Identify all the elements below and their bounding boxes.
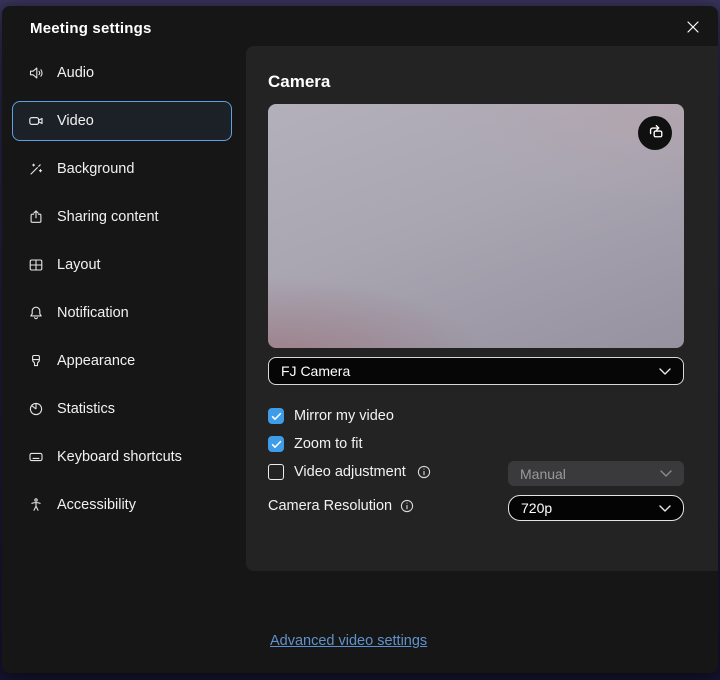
chevron-down-icon bbox=[659, 505, 671, 512]
camera-preview bbox=[268, 104, 684, 348]
grid-icon bbox=[28, 257, 44, 273]
share-icon bbox=[28, 209, 44, 225]
sidebar-item-label: Accessibility bbox=[57, 497, 136, 513]
sidebar-item-audio[interactable]: Audio bbox=[12, 53, 232, 93]
paintbrush-icon bbox=[28, 353, 44, 369]
video-options: Mirror my video Zoom to fit Video adjust… bbox=[268, 405, 431, 489]
sidebar-item-keyboard-shortcuts[interactable]: Keyboard shortcuts bbox=[12, 437, 232, 477]
video-adjustment-mode-select: Manual bbox=[508, 461, 684, 486]
checkbox-label: Mirror my video bbox=[294, 408, 394, 424]
sidebar-item-label: Sharing content bbox=[57, 209, 159, 225]
sidebar-item-accessibility[interactable]: Accessibility bbox=[12, 485, 232, 525]
camera-resolution-select[interactable]: 720p bbox=[508, 495, 684, 521]
close-icon bbox=[686, 20, 700, 39]
info-icon[interactable] bbox=[400, 499, 414, 513]
meeting-settings-dialog: Meeting settings Audio Video Background bbox=[2, 6, 718, 673]
sidebar-item-sharing-content[interactable]: Sharing content bbox=[12, 197, 232, 237]
video-adjustment-checkbox-row[interactable]: Video adjustment bbox=[268, 461, 431, 483]
sidebar-item-notification[interactable]: Notification bbox=[12, 293, 232, 333]
zoom-to-fit-checkbox-row[interactable]: Zoom to fit bbox=[268, 433, 431, 455]
checkbox-checked-icon[interactable] bbox=[268, 436, 284, 452]
sidebar-item-label: Audio bbox=[57, 65, 94, 81]
info-icon[interactable] bbox=[417, 465, 431, 479]
sidebar-item-appearance[interactable]: Appearance bbox=[12, 341, 232, 381]
sidebar-item-label: Statistics bbox=[57, 401, 115, 417]
accessibility-icon bbox=[28, 497, 44, 513]
checkbox-unchecked-icon[interactable] bbox=[268, 464, 284, 480]
sidebar-item-label: Appearance bbox=[57, 353, 135, 369]
camera-resolution-value: 720p bbox=[521, 500, 552, 516]
checkbox-checked-icon[interactable] bbox=[268, 408, 284, 424]
sidebar-item-video[interactable]: Video bbox=[12, 101, 232, 141]
sidebar-item-label: Layout bbox=[57, 257, 101, 273]
flip-camera-icon bbox=[646, 121, 665, 145]
dialog-title: Meeting settings bbox=[30, 20, 152, 37]
keyboard-icon bbox=[28, 449, 44, 465]
camera-device-value: FJ Camera bbox=[281, 363, 350, 379]
video-camera-icon bbox=[28, 113, 44, 129]
sidebar-item-layout[interactable]: Layout bbox=[12, 245, 232, 285]
chevron-down-icon bbox=[659, 368, 671, 375]
mirror-my-video-checkbox-row[interactable]: Mirror my video bbox=[268, 405, 431, 427]
magic-wand-icon bbox=[28, 161, 44, 177]
settings-sidebar: Audio Video Background Sharing content L bbox=[12, 53, 232, 533]
sidebar-item-label: Notification bbox=[57, 305, 129, 321]
camera-resolution-label: Camera Resolution bbox=[268, 498, 392, 514]
sidebar-item-background[interactable]: Background bbox=[12, 149, 232, 189]
sidebar-item-label: Keyboard shortcuts bbox=[57, 449, 182, 465]
flip-camera-button[interactable] bbox=[638, 116, 672, 150]
video-settings-panel: Camera FJ Camera Mirror my video bbox=[246, 46, 718, 571]
advanced-video-settings-link[interactable]: Advanced video settings bbox=[270, 633, 427, 649]
camera-resolution-row: Camera Resolution bbox=[268, 498, 414, 514]
speaker-icon bbox=[28, 65, 44, 81]
video-adjustment-mode-value: Manual bbox=[520, 466, 566, 482]
camera-device-select[interactable]: FJ Camera bbox=[268, 357, 684, 385]
sidebar-item-label: Video bbox=[57, 113, 94, 129]
chevron-down-icon bbox=[660, 470, 672, 477]
panel-heading: Camera bbox=[268, 72, 330, 92]
sidebar-item-label: Background bbox=[57, 161, 134, 177]
pie-chart-icon bbox=[28, 401, 44, 417]
close-button[interactable] bbox=[678, 14, 708, 44]
bell-icon bbox=[28, 305, 44, 321]
checkbox-label: Zoom to fit bbox=[294, 436, 363, 452]
checkbox-label: Video adjustment bbox=[294, 464, 406, 480]
sidebar-item-statistics[interactable]: Statistics bbox=[12, 389, 232, 429]
